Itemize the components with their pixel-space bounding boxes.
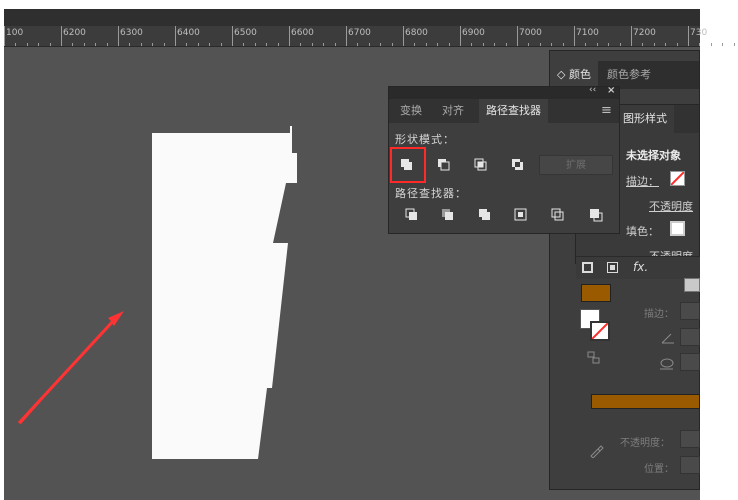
tab-align[interactable]: 对齐 xyxy=(435,99,471,123)
appearance-toolbar: fx. xyxy=(576,256,700,279)
stroke-input[interactable] xyxy=(680,302,700,320)
stroke-field-label: 描边： xyxy=(644,309,674,320)
position-field-label: 位置： xyxy=(644,464,674,475)
opacity-field-label: 不透明度： xyxy=(620,438,670,449)
angle-input[interactable] xyxy=(680,328,700,346)
exclude-icon[interactable] xyxy=(510,157,526,173)
gradient-type-icon[interactable] xyxy=(586,350,602,366)
tab-graphic-styles[interactable]: 图形样式 xyxy=(616,105,674,133)
stroke-none-swatch[interactable] xyxy=(670,171,685,186)
add-fill-icon[interactable] xyxy=(607,262,618,273)
fill-stroke-proxy[interactable] xyxy=(580,309,612,341)
trim-icon[interactable] xyxy=(440,207,456,223)
white-shape xyxy=(152,126,297,459)
fill-white-swatch[interactable] xyxy=(670,221,685,236)
red-arrow-shaft xyxy=(17,316,118,425)
pathfinder-panel: ‹‹ × 变换 对齐 路径查找器 ≡ 形状模式： 扩展 路径查找器： xyxy=(388,85,620,234)
gradient-slider[interactable] xyxy=(591,394,700,409)
color-panel-tabbar: ◇ 颜色 颜色参考 xyxy=(550,61,699,89)
fx-icon[interactable]: fx. xyxy=(633,260,648,274)
add-stroke-icon[interactable] xyxy=(582,262,593,273)
pathfinder-tabbar: 变换 对齐 路径查找器 ≡ xyxy=(389,99,619,123)
color-swatch-fill[interactable] xyxy=(581,284,611,302)
pathfinders-label: 路径查找器： xyxy=(395,187,467,200)
aspect-input[interactable] xyxy=(680,353,700,371)
minus-front-icon[interactable] xyxy=(436,157,452,173)
divide-icon[interactable] xyxy=(404,207,420,223)
opacity-label[interactable]: 不透明度 xyxy=(649,198,693,214)
collapse-icon[interactable]: ‹‹ xyxy=(589,85,596,95)
close-icon[interactable]: × xyxy=(607,85,615,96)
unite-icon[interactable] xyxy=(399,157,415,173)
pathfinder-titlebar[interactable]: ‹‹ × xyxy=(389,85,619,99)
angle-icon xyxy=(660,330,676,346)
shape-modes-label: 形状模式： xyxy=(395,133,455,146)
stroke-label[interactable]: 描边： xyxy=(626,173,659,189)
tab-pathfinder[interactable]: 路径查找器 xyxy=(479,99,548,123)
gradient-swatch[interactable] xyxy=(684,278,700,292)
fill-label[interactable]: 填色： xyxy=(626,223,659,239)
position-input[interactable] xyxy=(680,456,700,474)
merge-icon[interactable] xyxy=(477,207,493,223)
intersect-icon[interactable] xyxy=(473,157,489,173)
no-selection-label: 未选择对象 xyxy=(626,149,681,162)
minus-back-icon[interactable] xyxy=(588,207,604,223)
outline-icon[interactable] xyxy=(550,207,566,223)
expand-button[interactable]: 扩展 xyxy=(539,155,613,175)
opacity-input[interactable] xyxy=(680,430,700,448)
crop-icon[interactable] xyxy=(513,207,529,223)
eyedropper-icon[interactable] xyxy=(588,442,604,458)
tab-transform[interactable]: 变换 xyxy=(393,99,429,123)
aspect-ratio-icon xyxy=(658,355,674,371)
panel-menu-icon[interactable]: ≡ xyxy=(601,103,612,118)
